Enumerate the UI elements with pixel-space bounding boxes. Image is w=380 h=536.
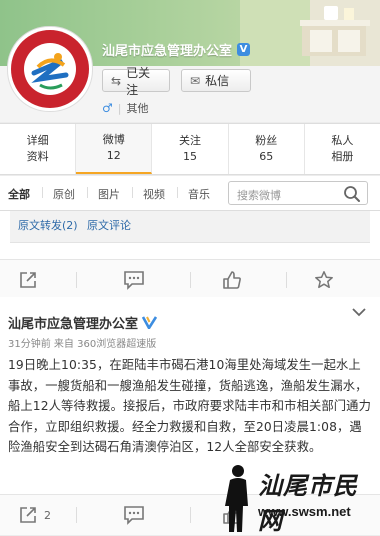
filter-divider	[42, 187, 43, 198]
filter-original[interactable]: 原创	[53, 186, 75, 202]
thumbs-up-icon	[223, 271, 241, 289]
verified-icon: V	[237, 43, 251, 56]
filter-music[interactable]: 音乐	[188, 186, 210, 202]
following-label: 已关注	[126, 65, 151, 97]
filter-divider	[132, 187, 133, 198]
filter-bar: 全部 原创 图片 视频 音乐 搜索微博	[0, 176, 380, 211]
profile-meta: ♂ | 其他	[102, 100, 148, 116]
name-row: 汕尾市应急管理办公室 V	[102, 40, 251, 59]
filter-images[interactable]: 图片	[98, 186, 120, 202]
post-card: 原文转发(2) 原文评论	[0, 211, 380, 300]
banner-decoration	[240, 0, 380, 66]
share-icon	[20, 272, 36, 288]
filter-all[interactable]: 全部	[8, 186, 30, 202]
tab-fans[interactable]: 粉丝 65	[229, 124, 305, 174]
page-title: 汕尾市应急管理办公室	[102, 44, 233, 59]
swap-arrows-icon: ⇆	[111, 73, 122, 88]
search-input[interactable]: 搜索微博	[228, 181, 368, 205]
comment-icon	[124, 271, 144, 290]
envelope-icon: ✉	[190, 73, 201, 88]
like-button[interactable]	[222, 260, 242, 300]
repost-button[interactable]	[18, 260, 38, 300]
avatar[interactable]	[7, 26, 93, 112]
tab-weibo[interactable]: 微博 12	[76, 124, 153, 174]
comment-button[interactable]	[123, 260, 145, 300]
comment-icon	[124, 506, 144, 525]
post-author-row: 汕尾市应急管理办公室	[8, 313, 158, 332]
filter-videos[interactable]: 视频	[143, 186, 165, 202]
original-repost-link[interactable]: 原文转发(2)	[18, 217, 78, 233]
following-button[interactable]: ⇆ 已关注	[102, 66, 170, 97]
verified-icon	[142, 316, 158, 329]
post-source-label: 来自	[53, 339, 74, 350]
silhouette-figure-icon	[225, 465, 248, 532]
tab-details[interactable]: 详细 资料	[0, 124, 77, 174]
post-meta: 31分钟前 来自 360浏览器超速版	[8, 335, 156, 350]
action-divider	[190, 272, 191, 288]
repost-button[interactable]: 2	[18, 495, 51, 535]
tab-private-album[interactable]: 私人 相册	[305, 124, 380, 174]
tab-count: 15	[183, 150, 197, 163]
tab-following[interactable]: 关注 15	[152, 124, 229, 174]
male-icon: ♂	[102, 101, 113, 115]
repost-count: 2	[44, 508, 51, 522]
filter-divider	[177, 187, 178, 198]
post-author[interactable]: 汕尾市应急管理办公室	[8, 313, 138, 332]
message-button[interactable]: ✉ 私信	[181, 69, 251, 92]
tab-label: 关注	[179, 134, 201, 147]
tab-label: 相册	[331, 150, 354, 163]
action-divider	[286, 272, 287, 288]
tab-label: 资料	[26, 150, 49, 163]
meta-divider: |	[117, 101, 122, 115]
filter-divider	[87, 187, 88, 198]
tab-count: 12	[106, 149, 121, 162]
original-post-box: 原文转发(2) 原文评论	[10, 211, 370, 243]
post-text: 19日晚上10:35，在距陆丰市碣石港10海里处海域发生一起水上事故，一艘货船和…	[8, 358, 371, 454]
tab-count: 65	[259, 150, 274, 163]
post-action-bar	[0, 259, 380, 300]
emergency-logo-icon	[11, 30, 89, 108]
tab-label: 详细	[26, 134, 49, 147]
other-label: 其他	[126, 102, 149, 115]
post-client[interactable]: 360浏览器超速版	[77, 339, 156, 350]
original-comment-link[interactable]: 原文评论	[87, 217, 131, 233]
action-divider	[190, 507, 191, 523]
site-watermark: 汕尾市民网 www.swsm.net	[214, 462, 380, 535]
star-icon	[315, 271, 333, 289]
action-divider	[76, 507, 77, 523]
search-icon[interactable]	[343, 185, 361, 203]
tab-label: 私人	[331, 134, 354, 147]
share-icon	[20, 507, 36, 523]
chevron-down-icon[interactable]	[352, 307, 366, 317]
watermark-title: 汕尾市民网	[258, 471, 358, 535]
tab-label: 粉丝	[255, 134, 278, 147]
post-time[interactable]: 31分钟前	[8, 339, 51, 350]
message-label: 私信	[205, 74, 230, 88]
comment-button[interactable]	[123, 495, 145, 535]
tab-label: 微博	[102, 133, 125, 146]
favorite-button[interactable]	[314, 260, 334, 300]
watermark-url: www.swsm.net	[258, 504, 351, 519]
profile-tabs: 详细 资料 微博 12 关注 15 粉丝 65 私人 相册	[0, 123, 380, 175]
search-placeholder: 搜索微博	[237, 189, 281, 202]
action-divider	[76, 272, 77, 288]
